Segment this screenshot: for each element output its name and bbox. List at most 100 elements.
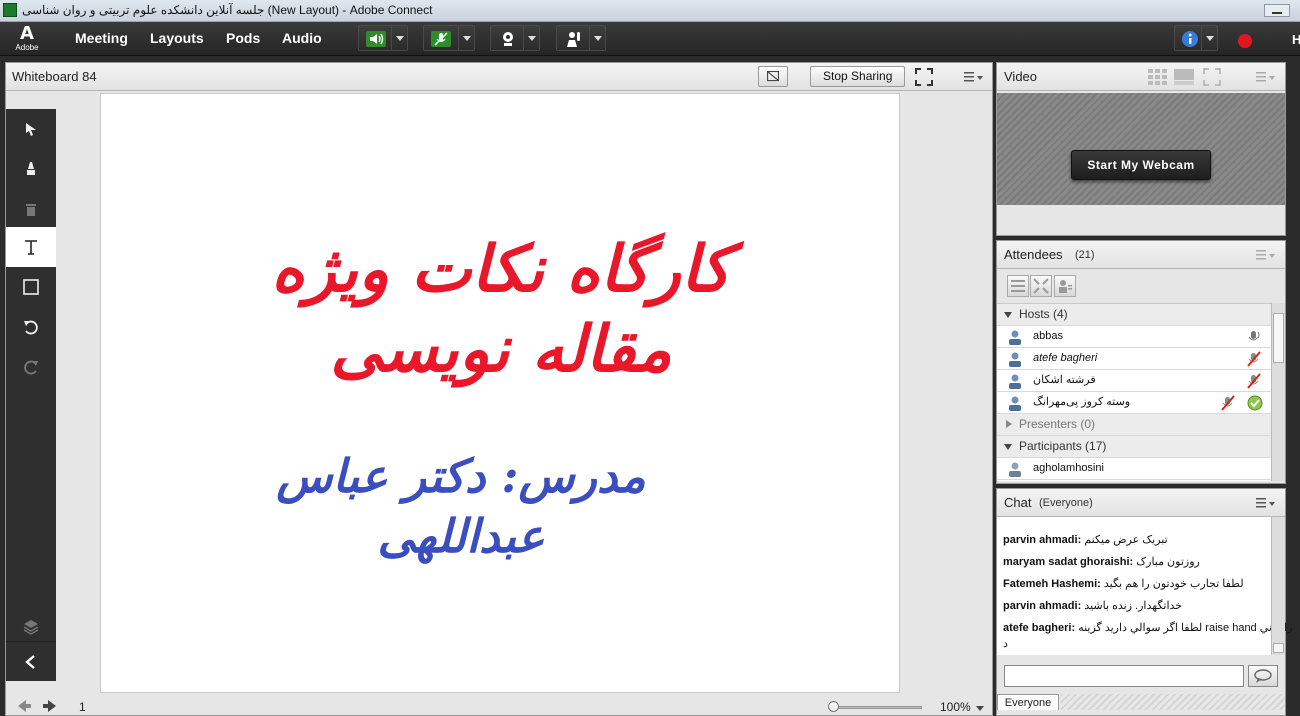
menu-pods[interactable]: Pods xyxy=(226,30,260,46)
previous-page-icon[interactable] xyxy=(16,699,32,713)
chevron-left-icon xyxy=(25,655,35,669)
chat-scroll-thumb[interactable] xyxy=(1273,643,1284,653)
chat-sender: atefe bagheri: xyxy=(1003,622,1076,634)
attendees-list: Hosts (4) abbas atefe bagheri فرشته اشکا… xyxy=(997,303,1271,481)
chat-message: atefe bagheri: لطفا اگر سوالي داريد گزين… xyxy=(1003,621,1293,634)
user-icon xyxy=(1009,330,1021,345)
speaker-dropdown[interactable] xyxy=(391,26,407,50)
chat-sender: parvin ahmadi: xyxy=(1003,600,1082,612)
undo-tool[interactable] xyxy=(6,307,56,347)
video-title: Video xyxy=(1004,69,1038,84)
camera-dropdown[interactable] xyxy=(523,26,539,50)
window-title-bar: جلسه آنلاین دانشکده علوم تربیتی و روان ش… xyxy=(0,0,1300,22)
expand-triangle-icon xyxy=(1004,312,1012,318)
shape-tool[interactable] xyxy=(6,267,56,307)
layers-icon xyxy=(23,620,39,635)
chat-message: parvin ahmadi: خداتگهدار. زنده باشید xyxy=(1003,599,1182,612)
delete-tool[interactable] xyxy=(6,189,56,229)
record-indicator-icon[interactable] xyxy=(1238,34,1252,48)
presenters-group-header[interactable]: Presenters (0) xyxy=(997,414,1271,436)
menu-cutoff-label: H xyxy=(1292,32,1300,47)
send-message-button[interactable] xyxy=(1248,665,1278,687)
list-view-button[interactable] xyxy=(1007,275,1029,297)
chat-tab-everyone[interactable]: Everyone xyxy=(997,694,1059,710)
redo-tool[interactable] xyxy=(6,347,56,387)
microphone-muted-icon xyxy=(1247,351,1261,367)
adobe-logo: A Adobe xyxy=(14,25,40,53)
pod-options-menu-icon[interactable] xyxy=(963,70,985,84)
whiteboard-heading: کارگاه نکات ویژه مقاله نویسی xyxy=(271,232,731,387)
raise-hand-button[interactable] xyxy=(556,25,606,51)
chat-options-menu-icon[interactable] xyxy=(1255,496,1277,510)
chat-scrollbar[interactable] xyxy=(1271,517,1285,655)
whiteboard-toolbar xyxy=(6,109,56,681)
attendees-options-menu-icon[interactable] xyxy=(1255,248,1277,262)
fit-width-button[interactable] xyxy=(758,66,788,87)
zoom-dropdown-icon[interactable] xyxy=(976,706,984,711)
chat-bubble-icon xyxy=(1254,669,1272,683)
marker-tool[interactable] xyxy=(6,149,56,189)
zoom-slider[interactable] xyxy=(832,706,922,709)
expand-triangle-icon xyxy=(1004,444,1012,450)
microphone-button[interactable] xyxy=(423,25,475,51)
attendees-scroll-thumb[interactable] xyxy=(1273,313,1284,363)
pointer-icon xyxy=(26,123,36,136)
speaker-button[interactable] xyxy=(358,25,408,51)
whiteboard-canvas[interactable]: کارگاه نکات ویژه مقاله نویسی مدرس: دکتر … xyxy=(100,93,900,693)
attendee-row[interactable]: وسته کروز پی‌مهرانگ xyxy=(997,392,1271,414)
trash-icon xyxy=(26,204,36,216)
next-page-icon[interactable] xyxy=(42,699,58,713)
attendee-row[interactable]: فرشته اشکان xyxy=(997,370,1271,392)
status-view-button[interactable] xyxy=(1054,275,1076,297)
zoom-level[interactable]: 100% xyxy=(940,700,971,714)
microphone-active-icon xyxy=(1248,331,1260,341)
fullscreen-icon[interactable] xyxy=(915,68,933,86)
zoom-slider-handle[interactable] xyxy=(828,701,839,712)
video-options-menu-icon[interactable] xyxy=(1255,70,1277,84)
collapse-toolbar-button[interactable] xyxy=(6,641,56,681)
grid-view-icon[interactable] xyxy=(1147,68,1169,86)
menu-audio[interactable]: Audio xyxy=(282,30,322,46)
start-webcam-button[interactable]: Start My Webcam xyxy=(1071,150,1211,180)
attendees-title: Attendees xyxy=(1004,247,1063,262)
minimize-button[interactable] xyxy=(1264,4,1290,17)
selection-tool[interactable] xyxy=(6,109,56,149)
camera-button[interactable] xyxy=(490,25,540,51)
redo-icon xyxy=(24,360,38,375)
raise-hand-dropdown[interactable] xyxy=(589,26,605,50)
chat-title: Chat xyxy=(1004,495,1032,510)
chat-text: لطفا تجارب خودتون را هم بگید xyxy=(1103,578,1244,590)
raise-hand-icon xyxy=(567,32,580,47)
text-tool[interactable] xyxy=(6,227,56,267)
attendees-pod: Attendees (21) Hosts (4) abbas atefe bag… xyxy=(996,240,1286,484)
chat-text: لطفا اگر سوالي داريد گزينه raise hand را… xyxy=(1078,622,1293,634)
webcam-area: Start My Webcam xyxy=(997,93,1285,205)
help-dropdown[interactable] xyxy=(1201,26,1217,50)
text-icon xyxy=(25,240,37,255)
help-button[interactable] xyxy=(1174,25,1218,51)
hosts-group-label: Hosts (4) xyxy=(1019,307,1068,321)
filmstrip-view-icon[interactable] xyxy=(1173,68,1195,86)
info-icon xyxy=(1182,31,1198,47)
attendee-row[interactable]: atefe bagheri xyxy=(997,348,1271,370)
stop-sharing-button[interactable]: Stop Sharing xyxy=(810,66,906,87)
chat-scope: (Everyone) xyxy=(1039,497,1093,509)
chat-sender: parvin ahmadi: xyxy=(1003,534,1082,546)
menu-layouts[interactable]: Layouts xyxy=(150,30,204,46)
window-title: جلسه آنلاین دانشکده علوم تربیتی و روان ش… xyxy=(22,3,433,17)
video-fullscreen-icon[interactable] xyxy=(1203,68,1221,86)
hosts-group-header[interactable]: Hosts (4) xyxy=(997,304,1271,326)
chat-text: خداتگهدار. زنده باشید xyxy=(1084,600,1183,612)
attendees-scrollbar[interactable] xyxy=(1271,303,1285,481)
attendee-row[interactable]: abbas xyxy=(997,326,1271,348)
menu-meeting[interactable]: Meeting xyxy=(75,30,128,46)
attendees-header: Attendees (21) xyxy=(997,241,1285,269)
microphone-dropdown[interactable] xyxy=(458,26,474,50)
marker-icon xyxy=(27,162,35,175)
chat-input[interactable] xyxy=(1004,665,1244,687)
user-icon xyxy=(1009,462,1021,477)
chat-tab-strip xyxy=(1061,694,1285,710)
attendee-row[interactable]: agholamhosini xyxy=(997,458,1271,480)
breakout-view-button[interactable] xyxy=(1030,275,1052,297)
participants-group-header[interactable]: Participants (17) xyxy=(997,436,1271,458)
